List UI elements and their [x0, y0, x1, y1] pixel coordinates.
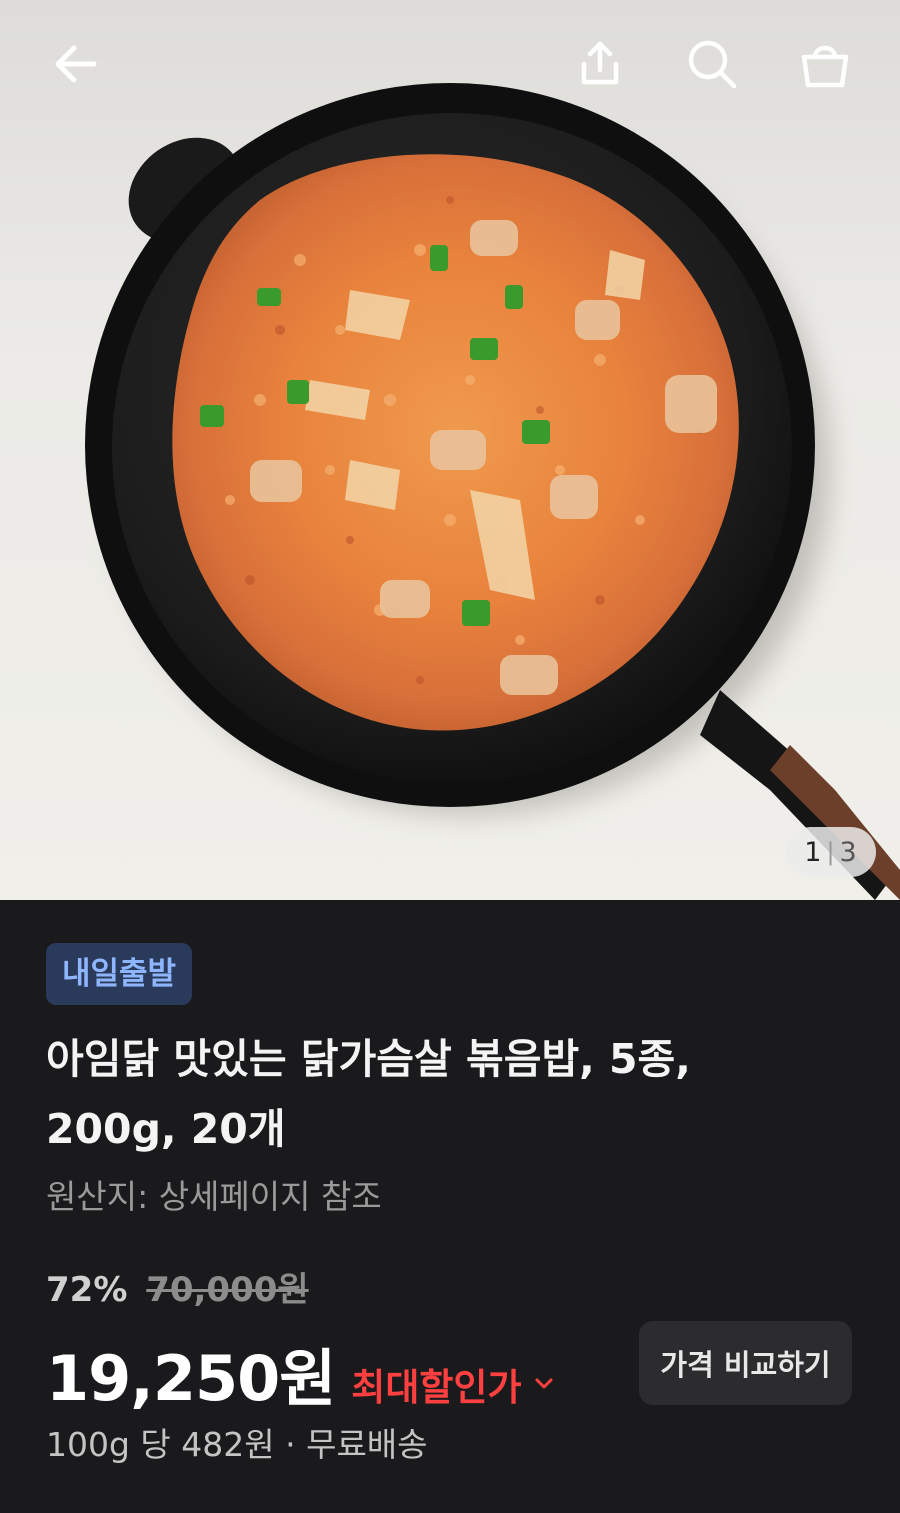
product-image-gallery[interactable]: 1 | 3 [0, 0, 900, 900]
delivery-badge: 내일출발 [46, 943, 193, 1005]
price-row: 19,250원 최대할인가 [46, 1328, 554, 1418]
product-title: 아임닭 맛있는 닭가슴살 볶음밥, 5종, 200g, 20개 [46, 1024, 826, 1164]
discount-row: 72% 70,000원 [46, 1262, 309, 1311]
max-discount-label: 최대할인가 [351, 1366, 522, 1409]
original-price: 70,000원 [146, 1270, 309, 1310]
discount-percent: 72% [46, 1270, 128, 1310]
product-title-line-1: 아임닭 맛있는 닭가슴살 볶음밥, 5종, [46, 1035, 691, 1083]
top-navigation-bar [0, 0, 900, 130]
pager-current: 1 [804, 836, 823, 868]
product-info-panel: 내일출발 아임닭 맛있는 닭가슴살 볶음밥, 5종, 200g, 20개 원산지… [0, 900, 900, 1513]
max-discount-toggle[interactable]: 최대할인가 [351, 1357, 553, 1411]
shopping-bag-icon[interactable] [793, 32, 857, 96]
product-title-line-2: 200g, 20개 [46, 1105, 286, 1153]
unit-price-shipping: 100g 당 482원 · 무료배송 [46, 1425, 428, 1464]
chevron-down-icon [535, 1378, 552, 1389]
product-photo [85, 83, 900, 900]
sale-price: 19,250원 [46, 1342, 336, 1415]
price-compare-button[interactable]: 가격 비교하기 [639, 1321, 852, 1405]
back-arrow-icon[interactable] [44, 32, 108, 96]
pager-total: 3 [839, 836, 858, 868]
origin-text: 원산지: 상세페이지 참조 [46, 1177, 382, 1216]
share-icon[interactable] [568, 32, 632, 96]
pager-separator: | [826, 838, 836, 866]
search-icon[interactable] [680, 32, 744, 96]
image-pager-indicator: 1 | 3 [786, 827, 876, 877]
